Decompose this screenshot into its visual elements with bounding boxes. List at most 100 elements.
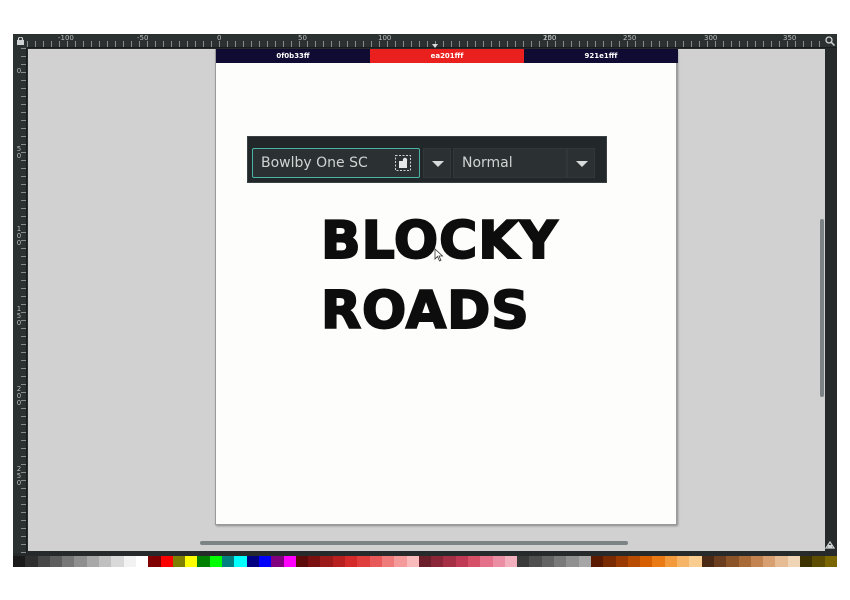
- palette-swatch[interactable]: [652, 556, 665, 567]
- palette-swatch[interactable]: [172, 556, 186, 567]
- horizontal-ruler[interactable]: -100 -50 0 50 100 150 200 250 300 350: [13, 34, 837, 48]
- palette-swatch[interactable]: [750, 556, 764, 567]
- swatch-red[interactable]: ea201fff: [370, 49, 524, 63]
- palette-swatch[interactable]: [554, 556, 567, 567]
- palette-swatch[interactable]: [99, 556, 112, 567]
- inkscape-window: -100 -50 0 50 100 150 200 250 300 350 0 …: [13, 34, 837, 567]
- palette-swatch[interactable]: [677, 556, 690, 567]
- palette-swatch[interactable]: [529, 556, 542, 567]
- palette-swatch[interactable]: [369, 556, 382, 567]
- vertical-ruler[interactable]: 0 5 0 1 0 0 1 5 0 2 0 0 2 5 0: [13, 48, 27, 553]
- ruler-label: 2 0 0: [16, 385, 22, 407]
- palette-swatch[interactable]: [111, 556, 124, 567]
- palette-swatch[interactable]: [345, 556, 358, 567]
- ruler-label: 5 0: [16, 145, 22, 160]
- palette-swatch[interactable]: [394, 556, 407, 567]
- palette-swatch[interactable]: [824, 556, 837, 567]
- palette-swatch[interactable]: [283, 556, 296, 567]
- ruler-label: 0: [16, 67, 22, 75]
- ruler-position-marker: [432, 44, 438, 48]
- mouse-pointer-icon: [434, 248, 444, 262]
- palette-swatch[interactable]: [160, 556, 173, 567]
- palette-swatch[interactable]: [566, 556, 579, 567]
- palette-swatch[interactable]: [418, 556, 432, 567]
- palette-swatch[interactable]: [381, 556, 395, 567]
- palette-swatch[interactable]: [148, 556, 161, 567]
- palette-swatch[interactable]: [603, 556, 616, 567]
- palette-swatch[interactable]: [222, 556, 235, 567]
- font-family-input[interactable]: Bowlby One SC: [252, 148, 420, 178]
- palette-swatch[interactable]: [246, 556, 259, 567]
- font-style-dropdown-button[interactable]: [567, 148, 595, 178]
- ruler-label: 1 0 0: [16, 225, 22, 247]
- font-family-dropdown-button[interactable]: [423, 148, 451, 178]
- palette-swatch[interactable]: [197, 556, 210, 567]
- snap-toggle-icon[interactable]: [825, 539, 835, 549]
- palette-swatch[interactable]: [787, 556, 800, 567]
- font-style-select[interactable]: Normal: [453, 148, 567, 178]
- palette-swatch[interactable]: [701, 556, 714, 567]
- palette-swatch[interactable]: [258, 556, 272, 567]
- palette-swatch[interactable]: [504, 556, 518, 567]
- palette-swatch[interactable]: [713, 556, 727, 567]
- palette-swatch[interactable]: [640, 556, 653, 567]
- palette-swatch[interactable]: [689, 556, 702, 567]
- swatch-dark-navy-2[interactable]: 921e1fff: [524, 49, 678, 63]
- palette-swatch[interactable]: [455, 556, 468, 567]
- drawing-canvas[interactable]: 0f0b33ff ea201fff 921e1fff BLOCKY ROADS …: [28, 49, 825, 551]
- palette-swatch[interactable]: [578, 556, 591, 567]
- palette-swatch[interactable]: [13, 556, 26, 567]
- palette-swatch[interactable]: [431, 556, 444, 567]
- palette-swatch[interactable]: [590, 556, 604, 567]
- chevron-down-icon: [576, 161, 588, 167]
- ruler-label: 1 5 0: [16, 305, 22, 327]
- palette-swatch[interactable]: [627, 556, 641, 567]
- canvas-text-line-1[interactable]: BLOCKY: [320, 210, 558, 272]
- palette-swatch[interactable]: [49, 556, 63, 567]
- palette-swatch[interactable]: [332, 556, 346, 567]
- palette-swatch[interactable]: [492, 556, 505, 567]
- palette-swatch[interactable]: [738, 556, 751, 567]
- palette-swatch[interactable]: [37, 556, 50, 567]
- palette-swatch[interactable]: [541, 556, 555, 567]
- palette-swatch[interactable]: [763, 556, 776, 567]
- palette-swatch[interactable]: [812, 556, 825, 567]
- palette-swatch[interactable]: [308, 556, 321, 567]
- palette-swatch[interactable]: [74, 556, 87, 567]
- palette-swatch[interactable]: [86, 556, 100, 567]
- palette-swatch[interactable]: [209, 556, 223, 567]
- palette-swatch[interactable]: [664, 556, 678, 567]
- palette-swatch[interactable]: [443, 556, 456, 567]
- palette-swatch[interactable]: [271, 556, 284, 567]
- palette-swatch[interactable]: [480, 556, 493, 567]
- swatch-dark-navy[interactable]: 0f0b33ff: [216, 49, 370, 63]
- font-collections-icon[interactable]: [395, 155, 411, 171]
- palette-swatch[interactable]: [123, 556, 136, 567]
- palette-swatch[interactable]: [135, 556, 149, 567]
- page[interactable]: 0f0b33ff ea201fff 921e1fff BLOCKY ROADS: [215, 49, 678, 525]
- palette-swatch[interactable]: [726, 556, 739, 567]
- ruler-corner[interactable]: [13, 34, 27, 48]
- palette-swatch[interactable]: [467, 556, 481, 567]
- palette-swatch[interactable]: [406, 556, 419, 567]
- palette-swatch[interactable]: [800, 556, 813, 567]
- palette-swatch[interactable]: [25, 556, 38, 567]
- zoom-icon[interactable]: [825, 36, 835, 46]
- palette-swatch[interactable]: [775, 556, 788, 567]
- palette-swatch[interactable]: [295, 556, 309, 567]
- palette-swatch[interactable]: [615, 556, 628, 567]
- palette-swatch[interactable]: [234, 556, 247, 567]
- horizontal-scrollbar[interactable]: [200, 541, 628, 545]
- palette-swatch[interactable]: [517, 556, 530, 567]
- palette-swatch[interactable]: [320, 556, 333, 567]
- palette-swatch[interactable]: [357, 556, 370, 567]
- vertical-scrollbar[interactable]: [820, 219, 824, 397]
- lock-icon[interactable]: [17, 37, 24, 45]
- palette-swatch[interactable]: [185, 556, 198, 567]
- palette-swatch[interactable]: [62, 556, 75, 567]
- ruler-label: 50: [298, 34, 307, 42]
- font-family-value: Bowlby One SC: [261, 155, 368, 171]
- ruler-label: 250: [623, 34, 637, 42]
- color-palette: [13, 556, 837, 567]
- canvas-text-line-2[interactable]: ROADS: [320, 280, 530, 342]
